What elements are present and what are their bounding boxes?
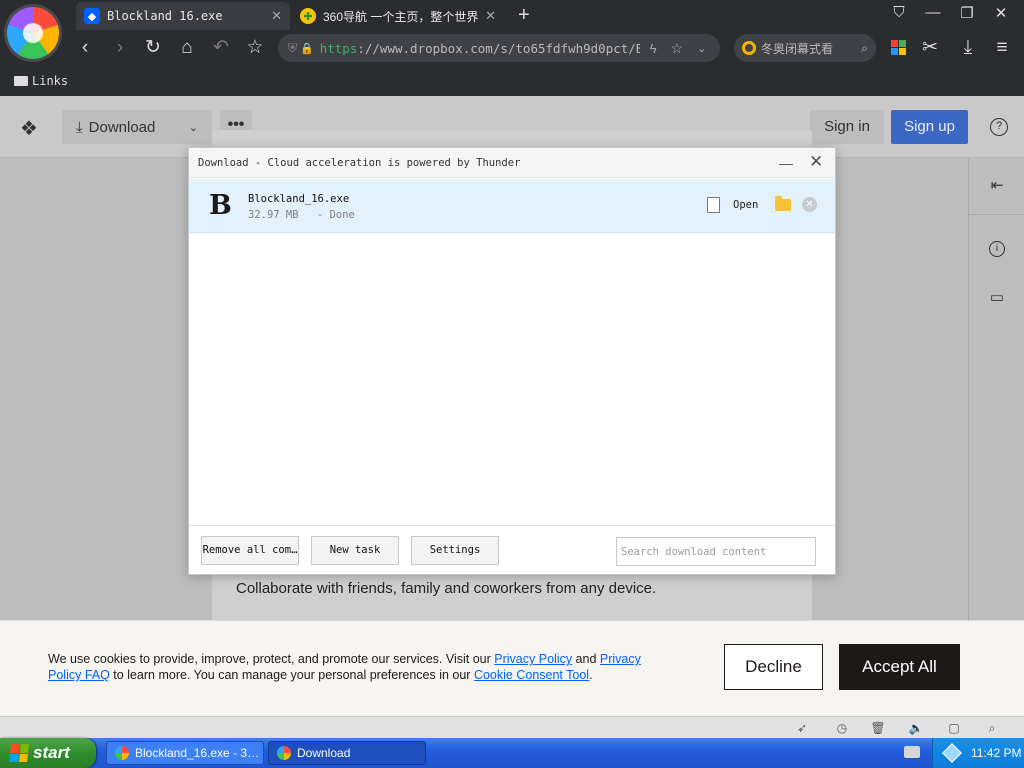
cookie-consent-tool-link[interactable]: Cookie Consent Tool xyxy=(474,668,589,682)
clock[interactable]: 11:42 PM xyxy=(971,746,1021,760)
download-file-name: Blockland_16.exe xyxy=(248,193,350,205)
minimize-dialog-button[interactable]: — xyxy=(779,155,793,171)
settings-button[interactable]: Settings xyxy=(411,536,499,565)
tab-blockland[interactable]: ◆ Blockland 16.exe ✕ xyxy=(76,2,290,30)
favorite-star-icon[interactable]: ☆ xyxy=(671,40,684,57)
zoom-icon[interactable]: ⌕ xyxy=(984,720,1000,736)
download-arrow-icon: ⤓ xyxy=(76,118,83,136)
close-dialog-button[interactable]: ✕ xyxy=(809,152,823,172)
minimize-window-button[interactable]: — xyxy=(922,4,944,21)
sign-in-button[interactable]: Sign in xyxy=(810,110,884,144)
window-icon[interactable]: ▢ xyxy=(946,720,962,736)
decline-button[interactable]: Decline xyxy=(724,644,823,690)
trash-icon[interactable]: 🗑 xyxy=(870,720,886,736)
url-text: https://www.dropbox.com/s/to65fdfwh9d0pc… xyxy=(319,40,640,56)
tab-360-nav[interactable]: ✚ 360导航 一个主页，整个世界 ✕ xyxy=(292,2,504,30)
browser-status-bar: ➶ ◷ 🗑 🔈 ▢ ⌕ xyxy=(0,716,1024,738)
comment-icon[interactable]: ▭ xyxy=(987,288,1007,308)
sign-up-button[interactable]: Sign up xyxy=(891,110,968,144)
browser-icon xyxy=(115,746,129,760)
back-arrow-icon[interactable]: ‹ xyxy=(73,36,97,60)
close-tab-icon[interactable]: ✕ xyxy=(485,8,496,24)
remove-item-icon[interactable]: ✕ xyxy=(802,197,817,212)
lock-icon: 🔒 xyxy=(300,42,314,55)
system-tray: 11:42 PM xyxy=(932,738,1024,768)
open-folder-icon[interactable] xyxy=(775,196,791,211)
file-size: 32.97 MB xyxy=(248,209,299,221)
download-dialog-footer: Remove all com… New task Settings xyxy=(189,525,835,574)
file-status: - Done xyxy=(316,209,355,221)
blockland-file-icon: B xyxy=(209,190,232,221)
download-icon[interactable]: ⤓ xyxy=(956,36,980,60)
taskbar-item-blockland[interactable]: Blockland_16.exe - 3… xyxy=(106,741,264,765)
chevron-down-icon[interactable]: ⌄ xyxy=(697,42,706,55)
taskbar-item-download[interactable]: Download xyxy=(268,741,426,765)
360-favicon-icon: ✚ xyxy=(300,8,316,24)
home-icon[interactable]: ⌂ xyxy=(175,36,199,60)
close-tab-icon[interactable]: ✕ xyxy=(271,8,282,24)
accept-all-button[interactable]: Accept All xyxy=(839,644,960,690)
dropbox-favicon-icon: ◆ xyxy=(84,8,100,24)
bookmarks-bar: Links xyxy=(0,66,1024,96)
scissors-icon[interactable]: ✂ xyxy=(918,36,942,60)
search-box-text: 冬奥闭幕式看 xyxy=(761,41,834,56)
open-file-button[interactable]: Open xyxy=(733,199,758,211)
bookmark-links[interactable]: Links xyxy=(32,74,68,88)
restore-window-button[interactable]: ❐ xyxy=(956,4,978,22)
menu-icon[interactable]: ≡ xyxy=(990,36,1014,60)
windows-flag-icon xyxy=(9,744,29,762)
undo-close-icon[interactable]: ↶ xyxy=(209,36,233,60)
search-download-input[interactable] xyxy=(616,537,816,566)
network-icon[interactable] xyxy=(942,743,962,763)
lightning-icon[interactable]: ϟ xyxy=(650,41,657,56)
document-icon[interactable] xyxy=(707,197,720,213)
new-task-button[interactable]: New task xyxy=(311,536,399,565)
chevron-down-icon: ⌄ xyxy=(188,121,198,134)
windows-taskbar: start Blockland_16.exe - 3… Download 11:… xyxy=(0,738,1024,768)
browser-toolbar: ◆ Blockland 16.exe ✕ ✚ 360导航 一个主页，整个世界 ✕… xyxy=(0,0,1024,96)
collaborate-text: Collaborate with friends, family and cow… xyxy=(236,580,657,597)
browser-icon xyxy=(277,746,291,760)
divider xyxy=(969,214,1024,215)
download-dialog: Download - Cloud acceleration is powered… xyxy=(188,147,836,575)
download-file-meta: 32.97 MB - Done xyxy=(248,209,355,221)
taskbar-item-label: Blockland_16.exe - 3… xyxy=(135,746,260,760)
info-icon[interactable]: i xyxy=(989,241,1005,257)
search-engine-icon xyxy=(742,41,756,55)
tab-title: Blockland 16.exe xyxy=(107,9,223,23)
shirt-skin-icon[interactable]: ⛉ xyxy=(888,4,910,21)
tab-title: 360导航 一个主页，整个世界 xyxy=(323,9,479,24)
forward-arrow-icon[interactable]: › xyxy=(108,36,132,60)
search-icon[interactable]: ⌕ xyxy=(861,41,868,56)
close-window-button[interactable]: ✕ xyxy=(990,4,1012,22)
apps-grid-icon[interactable] xyxy=(886,36,910,60)
help-icon[interactable]: ? xyxy=(990,118,1008,136)
reload-icon[interactable]: ↻ xyxy=(141,36,165,60)
search-box[interactable]: 冬奥闭幕式看 ⌕ xyxy=(734,34,876,62)
rocket-icon[interactable]: ➶ xyxy=(794,720,810,736)
folder-icon xyxy=(14,76,28,86)
start-button[interactable]: start xyxy=(0,738,96,768)
shield-icon: ⛨ xyxy=(288,40,298,55)
collapse-panel-icon[interactable]: ⇤ xyxy=(987,176,1007,196)
bookmark-star-icon[interactable]: ☆ xyxy=(243,36,267,60)
dropbox-download-button[interactable]: ⤓ Download ⌄ xyxy=(62,110,212,144)
taskbar-item-label: Download xyxy=(297,746,351,760)
cookie-text: We use cookies to provide, improve, prot… xyxy=(48,652,641,682)
volume-icon[interactable]: 🔈 xyxy=(908,720,924,736)
new-tab-button[interactable]: + xyxy=(518,4,530,27)
browser-logo-icon[interactable] xyxy=(7,7,59,59)
download-label: Download xyxy=(88,118,156,136)
remove-all-completed-button[interactable]: Remove all com… xyxy=(201,536,299,565)
cookie-banner: We use cookies to provide, improve, prot… xyxy=(0,620,1024,716)
address-bar[interactable]: ⛨ 🔒 https://www.dropbox.com/s/to65fdfwh9… xyxy=(278,34,720,62)
privacy-policy-link[interactable]: Privacy Policy xyxy=(494,652,572,666)
keyboard-icon[interactable] xyxy=(904,746,920,758)
download-dialog-title: Download - Cloud acceleration is powered… xyxy=(189,148,835,178)
start-label: start xyxy=(33,743,70,762)
accelerate-icon[interactable]: ◷ xyxy=(834,720,850,736)
download-item-row[interactable]: B Blockland_16.exe 32.97 MB - Done Open … xyxy=(189,179,835,233)
dropbox-logo-icon[interactable]: ❖ xyxy=(20,116,38,141)
